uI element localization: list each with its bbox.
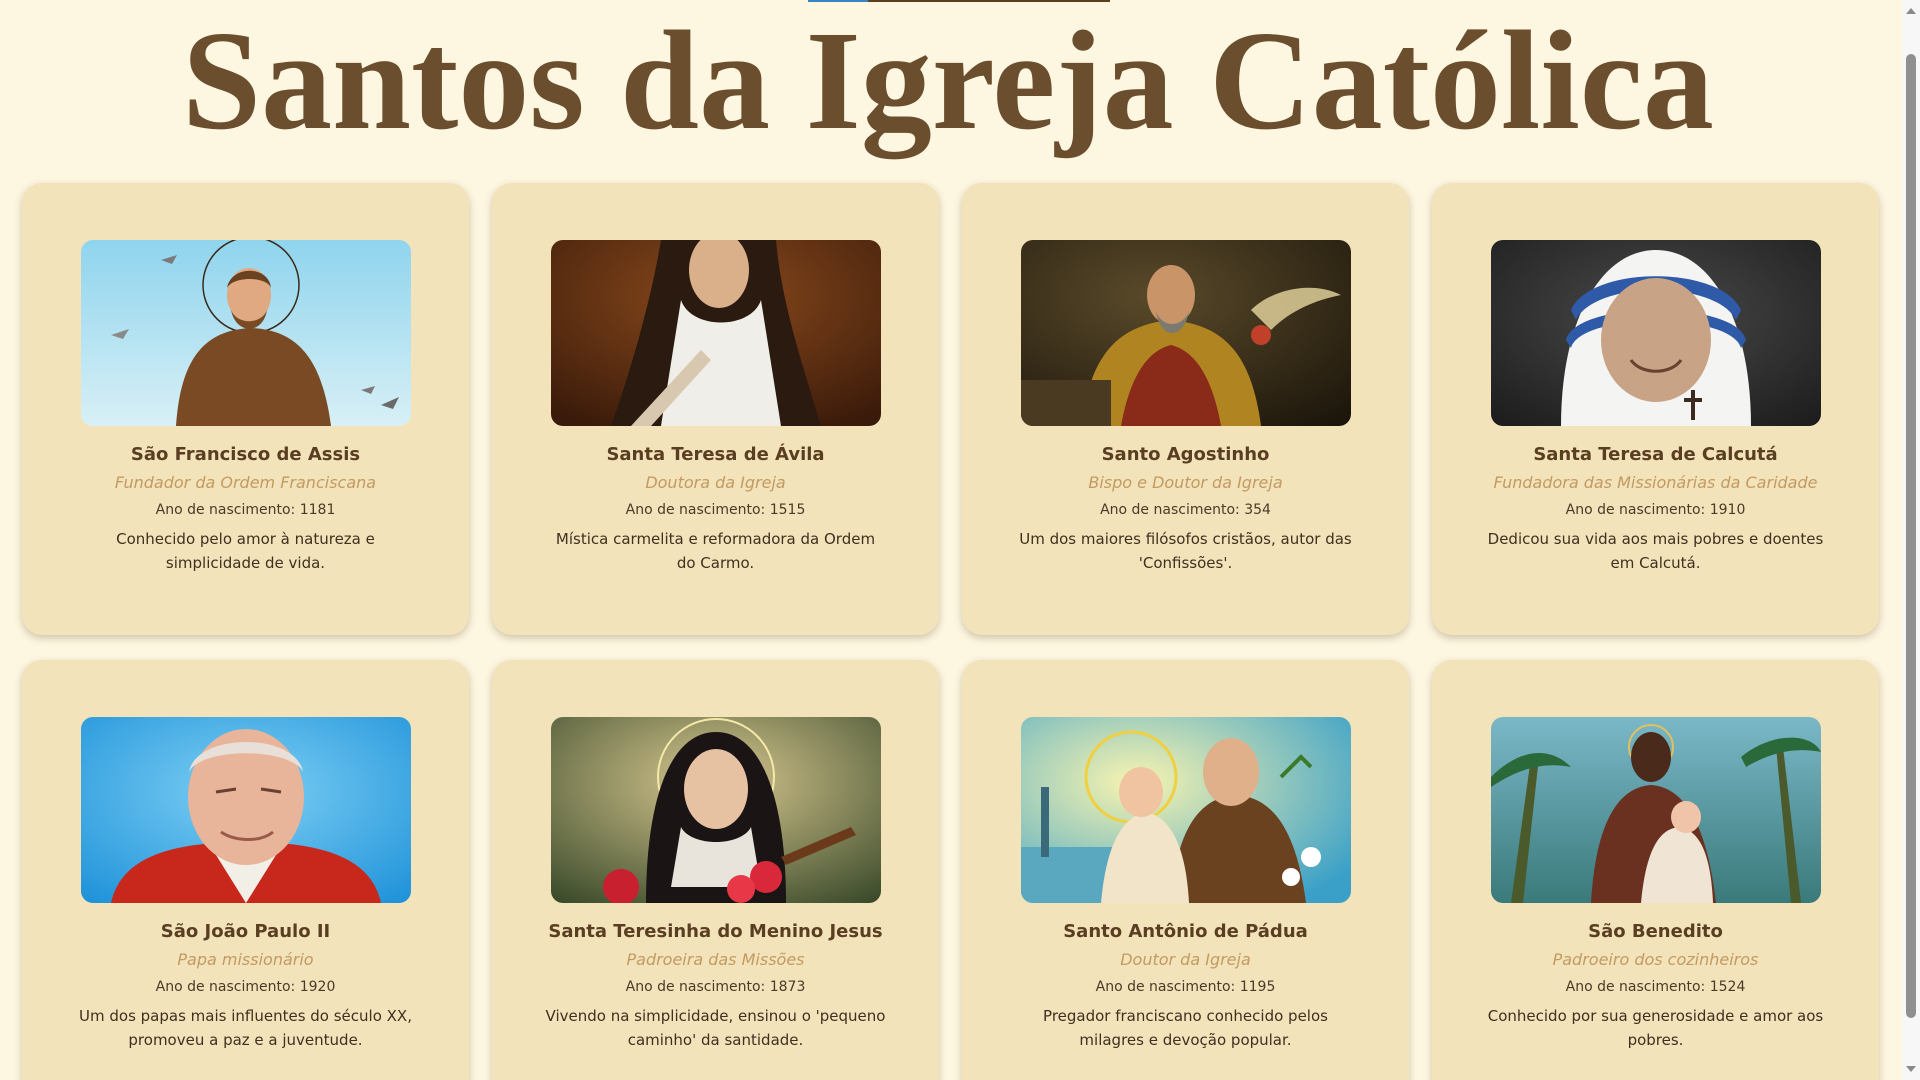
birth-label: Ano de nascimento: <box>625 502 766 518</box>
saints-grid: São Francisco de Assis Fundador da Ordem… <box>22 183 1880 1080</box>
saint-name: Santa Teresa de Ávila <box>606 444 825 465</box>
saint-description: Dedicou sua vida aos mais pobres e doent… <box>1487 530 1824 572</box>
birth-year-value: 1524 <box>1709 979 1746 995</box>
vertical-scrollbar[interactable] <box>1902 0 1920 1080</box>
scroll-up-arrow-icon[interactable] <box>1906 8 1916 14</box>
birth-label: Ano de nascimento: <box>155 502 296 518</box>
saint-description: Conhecido pelo amor à natureza e simplic… <box>116 530 375 572</box>
saint-portrait-image <box>1020 240 1351 426</box>
saint-card: Santa Teresa de Ávila Doutora da Igreja … <box>492 183 939 635</box>
saint-birth-year: Ano de nascimento: 1910 <box>1432 501 1879 519</box>
scroll-down-arrow-icon[interactable] <box>1906 1066 1916 1072</box>
birth-year-value: 1873 <box>769 979 806 995</box>
saint-card: Santo Antônio de Pádua Doutor da Igreja … <box>962 660 1409 1080</box>
saint-title: Papa missionário <box>177 950 314 969</box>
saint-portrait-image <box>550 717 881 903</box>
saint-title: Padroeira das Missões <box>626 950 805 969</box>
saint-title: Doutora da Igreja <box>645 473 786 492</box>
saint-birth-year: Ano de nascimento: 1195 <box>962 978 1409 996</box>
saint-birth-year: Ano de nascimento: 1873 <box>492 978 939 996</box>
birth-label: Ano de nascimento: <box>1100 502 1240 518</box>
birth-year-value: 1181 <box>299 502 336 518</box>
birth-label: Ano de nascimento: <box>625 979 766 995</box>
saint-description: Vivendo na simplicidade, ensinou o 'pequ… <box>545 1007 886 1049</box>
birth-label: Ano de nascimento: <box>1095 979 1236 995</box>
birth-year-value: 1515 <box>769 502 806 518</box>
saint-name: São João Paulo II <box>160 921 331 942</box>
saint-description: Pregador franciscano conhecido pelos mil… <box>1043 1007 1328 1049</box>
birth-year-value: 354 <box>1244 502 1271 518</box>
saint-birth-year: Ano de nascimento: 354 <box>962 501 1409 519</box>
saint-title: Fundadora das Missionárias da Caridade <box>1493 473 1818 492</box>
birth-label: Ano de nascimento: <box>1565 502 1706 518</box>
saint-title: Padroeiro dos cozinheiros <box>1552 950 1759 969</box>
saint-name: São Francisco de Assis <box>130 444 361 465</box>
saint-birth-year: Ano de nascimento: 1515 <box>492 501 939 519</box>
saint-description: Conhecido por sua generosidade e amor ao… <box>1487 1007 1824 1049</box>
saint-title: Bispo e Doutor da Igreja <box>1088 473 1283 492</box>
saint-portrait-image <box>80 717 411 903</box>
saint-portrait-image <box>1020 717 1351 903</box>
saint-title: Doutor da Igreja <box>1120 950 1251 969</box>
saint-description: Um dos papas mais influentes do século X… <box>79 1007 412 1049</box>
saint-name: São Benedito <box>1588 921 1723 942</box>
saint-description: Um dos maiores filósofos cristãos, autor… <box>1019 530 1352 572</box>
saint-description: Mística carmelita e reformadora da Ordem… <box>555 530 876 572</box>
saint-portrait-image <box>550 240 881 426</box>
saint-card: São Benedito Padroeiro dos cozinheiros A… <box>1432 660 1879 1080</box>
saint-birth-year: Ano de nascimento: 1524 <box>1432 978 1879 996</box>
saint-name: Santo Antônio de Pádua <box>1063 921 1308 942</box>
birth-year-value: 1920 <box>299 979 336 995</box>
saint-name: Santa Teresinha do Menino Jesus <box>548 921 883 942</box>
saint-card: Santo Agostinho Bispo e Doutor da Igreja… <box>962 183 1409 635</box>
saint-birth-year: Ano de nascimento: 1181 <box>22 501 469 519</box>
saint-card: São João Paulo II Papa missionário Ano d… <box>22 660 469 1080</box>
saint-name: Santo Agostinho <box>1101 444 1270 465</box>
birth-label: Ano de nascimento: <box>1565 979 1706 995</box>
saint-birth-year: Ano de nascimento: 1920 <box>22 978 469 996</box>
birth-label: Ano de nascimento: <box>155 979 296 995</box>
saint-portrait-image <box>1490 240 1821 426</box>
page-title: Santos da Igreja Católica <box>182 1 1714 159</box>
birth-year-value: 1910 <box>1709 502 1746 518</box>
scrollbar-thumb[interactable] <box>1906 54 1916 1018</box>
saint-portrait-image <box>1490 717 1821 903</box>
birth-year-value: 1195 <box>1239 979 1276 995</box>
saint-name: Santa Teresa de Calcutá <box>1533 444 1778 465</box>
saint-card: Santa Teresinha do Menino Jesus Padroeir… <box>492 660 939 1080</box>
saint-card: São Francisco de Assis Fundador da Ordem… <box>22 183 469 635</box>
saint-portrait-image <box>80 240 411 426</box>
saint-card: Santa Teresa de Calcutá Fundadora das Mi… <box>1432 183 1879 635</box>
page: Santos da Igreja Católica São Francisco … <box>0 0 1920 1080</box>
saint-title: Fundador da Ordem Franciscana <box>114 473 377 492</box>
